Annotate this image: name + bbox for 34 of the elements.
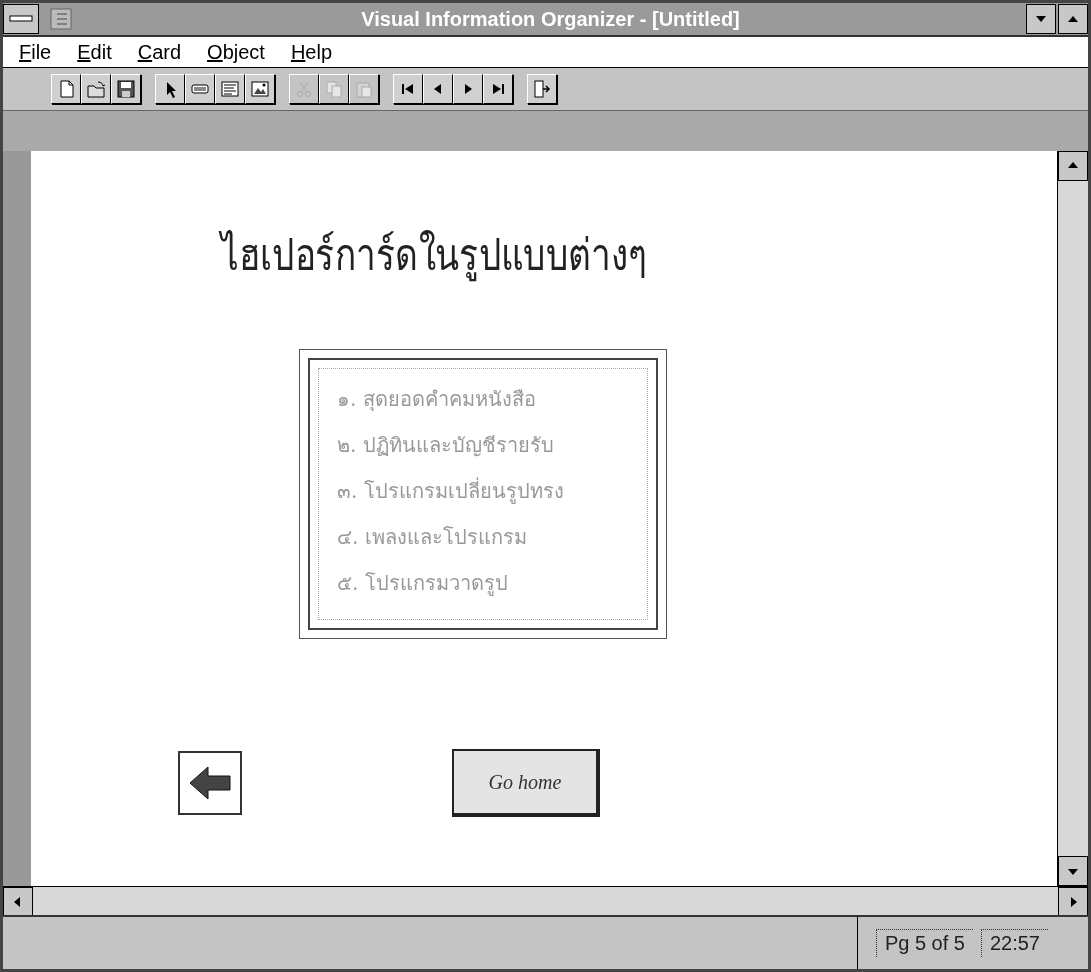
- paste-icon: [354, 79, 374, 99]
- toolbar-button[interactable]: [185, 74, 215, 104]
- left-arrow-icon: [188, 765, 232, 801]
- toolbar-button[interactable]: [111, 74, 141, 104]
- toolbar-button[interactable]: [393, 74, 423, 104]
- toolbar-button[interactable]: [155, 74, 185, 104]
- dash-icon: [9, 15, 33, 23]
- scissors-icon: [294, 79, 314, 99]
- menu-item[interactable]: Object: [207, 40, 265, 64]
- door-exit-icon: [532, 79, 552, 99]
- menu-item[interactable]: Edit: [77, 40, 112, 64]
- toolbar-button[interactable]: [81, 74, 111, 104]
- maximize-button[interactable]: [1058, 4, 1088, 34]
- toolbar-button[interactable]: [51, 74, 81, 104]
- menu-item[interactable]: Help: [290, 40, 333, 64]
- clock-time: 22:57: [980, 929, 1048, 957]
- copy-icon: [324, 79, 344, 99]
- page-indicator: Pg 5 of 5: [875, 929, 973, 957]
- minimize-button[interactable]: [1026, 4, 1056, 34]
- text-lines-icon: [220, 79, 240, 99]
- toolbar-button[interactable]: [527, 74, 557, 104]
- back-button[interactable]: [178, 751, 242, 815]
- picture-icon: [250, 79, 270, 99]
- window-title: Visual Information Organizer - [Untitled]: [360, 7, 741, 31]
- open-folder-icon: [86, 79, 106, 99]
- system-menu-button[interactable]: [3, 4, 39, 34]
- go-home-button[interactable]: Go home: [452, 749, 600, 817]
- toolbar-button[interactable]: [453, 74, 483, 104]
- menu-item[interactable]: File: [19, 40, 52, 64]
- toolbar-button[interactable]: [245, 74, 275, 104]
- toolbar-button[interactable]: [423, 74, 453, 104]
- toolbar-button[interactable]: [215, 74, 245, 104]
- menu-item[interactable]: Card: [137, 40, 182, 64]
- toolbar-button[interactable]: [483, 74, 513, 104]
